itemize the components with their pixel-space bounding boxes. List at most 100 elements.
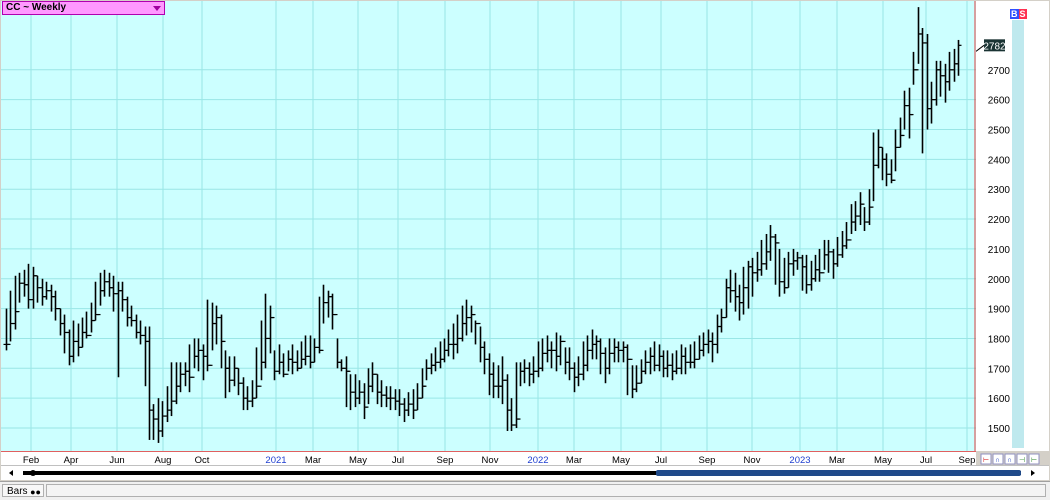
scroll-right-icon[interactable] — [1031, 470, 1035, 476]
ohlc-bar — [754, 251, 761, 282]
ohlc-bar — [593, 335, 600, 360]
ohlc-bar — [159, 401, 166, 437]
svg-text:⊣: ⊣ — [1019, 457, 1025, 464]
ohlc-bar — [195, 338, 202, 372]
ohlc-bar — [106, 272, 113, 297]
fit-icon[interactable]: ⊢ — [1028, 453, 1040, 465]
buy-sell-badge[interactable]: BS — [1010, 9, 1027, 19]
zoom-in-icon[interactable]: ⊢ — [980, 453, 992, 465]
ohlc-bar — [709, 332, 716, 363]
ohlc-bar — [897, 117, 904, 149]
scroll-start-handle[interactable] — [30, 470, 36, 476]
chart-toolbar: ⊢ ∩ ∩ ⊣ ⊢ — [980, 452, 1048, 465]
ohlc-bar — [231, 356, 238, 387]
ohlc-bar — [410, 389, 417, 420]
ohlc-bar — [204, 299, 211, 372]
ohlc-bar — [955, 39, 962, 76]
price-axis-labels: 1500 1600 1700 1800 1900 2000 2100 2200 2300 2400… — [976, 39, 1011, 435]
ohlc-bar — [521, 359, 528, 384]
svg-text:∩: ∩ — [1007, 457, 1012, 464]
zoom-out-icon[interactable]: ∩ — [992, 453, 1004, 465]
ohlc-bar — [75, 323, 82, 357]
compress-icon[interactable]: ∩ — [1004, 453, 1016, 465]
ohlc-bar — [696, 335, 703, 360]
ohlc-bar — [915, 7, 922, 71]
time-axis-labels: Feb Apr Jun Aug Oct 2021 Mar May Jul Sep Nov 2022 Ma… — [23, 455, 976, 466]
ohlc-bar — [66, 329, 73, 366]
ohlc-bar — [7, 290, 14, 346]
ohlc-bar — [629, 358, 636, 399]
ohlc-bar — [745, 260, 752, 309]
ohlc-bar — [727, 269, 734, 303]
ohlc-bar — [490, 362, 497, 399]
ohlc-bar — [910, 51, 917, 116]
ohlc-bar — [369, 362, 376, 393]
price-axis[interactable]: 1500 1600 1700 1800 1900 2000 2100 2200 2300 2400… — [976, 1, 1049, 451]
ohlc-bar — [454, 314, 461, 354]
ohlc-bar — [924, 33, 931, 130]
plot-area[interactable] — [1, 1, 976, 451]
ohlc-bar — [374, 373, 381, 405]
symbol-selector[interactable]: CC ~ Weekly — [2, 1, 165, 15]
link-icon[interactable]: ●● — [30, 486, 41, 499]
ohlc-bar — [857, 192, 864, 226]
ohlc-bar — [240, 377, 247, 411]
y-tick-label: 2100 — [988, 245, 1011, 256]
y-tick-label: 1700 — [988, 364, 1011, 375]
ohlc-bar — [843, 222, 850, 249]
buy-badge[interactable]: B — [1010, 9, 1019, 19]
ohlc-bar — [808, 260, 815, 291]
ohlc-bar — [901, 90, 908, 137]
ohlc-bar — [495, 365, 502, 399]
ohlc-bar — [678, 344, 685, 375]
expand-icon[interactable]: ⊣ — [1016, 453, 1028, 465]
ohlc-bar — [602, 347, 609, 384]
ohlc-bar — [749, 257, 756, 297]
ohlc-bar — [758, 239, 765, 276]
ohlc-bar — [249, 380, 256, 408]
ohlc-bar — [785, 251, 792, 289]
ohlc-bar — [906, 87, 913, 139]
time-axis[interactable]: Feb Apr Jun Aug Oct 2021 Mar May Jul Sep Nov 2022 Ma… — [1, 451, 976, 466]
status-field — [46, 484, 1046, 497]
ohlc-bar — [383, 386, 390, 408]
bars-tab[interactable]: Bars ●● — [2, 484, 44, 497]
y-tick-label: 2200 — [988, 215, 1011, 226]
ohlc-bar — [718, 308, 725, 333]
ohlc-bar — [946, 51, 953, 91]
ohlc-bar — [258, 320, 265, 387]
ohlc-bar — [182, 362, 189, 387]
ohlc-bar — [624, 344, 631, 396]
ohlc-bar — [338, 359, 345, 372]
ohlc-bar — [57, 308, 64, 336]
ohlc-bar — [839, 230, 846, 258]
ohlc-bar — [825, 239, 832, 273]
ohlc-bar — [298, 341, 305, 369]
ohlc-bar — [557, 335, 564, 366]
ohlc-bar — [508, 398, 515, 431]
ohlc-bar — [544, 335, 551, 363]
dropdown-arrow-icon[interactable] — [153, 6, 161, 11]
toolbar-icons: ⊢ ∩ ∩ ⊣ ⊢ — [980, 453, 1040, 465]
y-tick-label: 2400 — [988, 155, 1011, 166]
ohlc-bar — [361, 383, 368, 420]
y-tick-label: 1900 — [988, 305, 1011, 316]
ohlc-bar — [919, 28, 926, 154]
ohlc-bar — [861, 203, 868, 231]
ohlc-bar — [235, 367, 242, 396]
y-tick-label: 2500 — [988, 126, 1011, 137]
scroll-left-icon[interactable] — [9, 470, 13, 476]
scroll-thumb[interactable] — [656, 470, 1021, 476]
sell-badge[interactable]: S — [1018, 9, 1027, 19]
price-chart — [1, 1, 976, 451]
ohlc-bar — [61, 314, 68, 354]
chart-scrollbar[interactable] — [1, 465, 1049, 480]
ohlc-bar — [664, 350, 671, 378]
ohlc-bar — [803, 254, 810, 294]
ohlc-bar — [504, 374, 511, 431]
ohlc-bar — [262, 293, 269, 369]
ohlc-bar — [580, 341, 587, 381]
ohlc-bar — [821, 239, 828, 274]
ohlc-bar — [428, 353, 435, 375]
ohlc-bar — [611, 338, 618, 363]
